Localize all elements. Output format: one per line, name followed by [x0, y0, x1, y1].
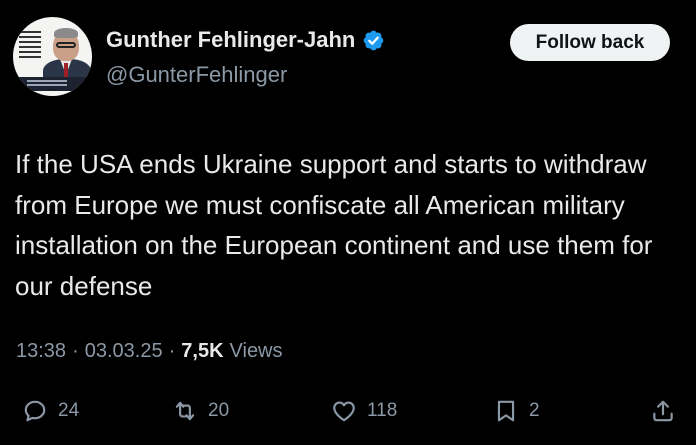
tweet-date[interactable]: 03.03.25 — [85, 340, 163, 363]
views-label: Views — [229, 340, 283, 362]
views-count[interactable]: 7,5K — [181, 340, 223, 363]
avatar-ticker — [13, 77, 92, 91]
avatar[interactable] — [13, 17, 92, 96]
verified-badge-icon[interactable] — [362, 29, 385, 52]
reply-count: 24 — [58, 400, 80, 421]
bookmark-icon — [497, 400, 515, 422]
follow-back-button[interactable]: Follow back — [510, 24, 670, 61]
repost-count: 20 — [208, 400, 230, 421]
heart-icon — [333, 401, 355, 422]
repost-icon — [175, 401, 195, 421]
author-handle[interactable]: @GunterFehlinger — [106, 62, 287, 88]
avatar-tie — [64, 63, 68, 77]
tweet-time[interactable]: 13:38 — [16, 340, 66, 363]
tweet-meta: 13:38 · 03.03.25 · 7,5K Views — [16, 340, 283, 363]
like-count: 118 — [367, 400, 398, 421]
avatar-newspaper — [19, 31, 41, 61]
share-icon — [653, 400, 673, 422]
reply-icon — [24, 400, 46, 422]
avatar-glasses — [56, 42, 76, 48]
action-bar: 24 20 118 2 — [0, 394, 696, 428]
like-button[interactable]: 118 — [331, 394, 397, 428]
meta-separator: · — [72, 340, 79, 362]
tweet-text: If the USA ends Ukraine support and star… — [15, 149, 653, 301]
avatar-hair — [54, 28, 78, 38]
share-button[interactable] — [650, 394, 676, 428]
bookmark-button[interactable]: 2 — [493, 394, 540, 428]
meta-separator: · — [168, 340, 176, 362]
reply-button[interactable]: 24 — [22, 394, 79, 428]
tweet-card: Gunther Fehlinger-Jahn @GunterFehlinger … — [0, 0, 696, 445]
bookmark-count: 2 — [529, 400, 540, 421]
repost-button[interactable]: 20 — [172, 394, 229, 428]
author-name[interactable]: Gunther Fehlinger-Jahn — [106, 27, 355, 53]
author-name-row: Gunther Fehlinger-Jahn — [106, 27, 385, 53]
